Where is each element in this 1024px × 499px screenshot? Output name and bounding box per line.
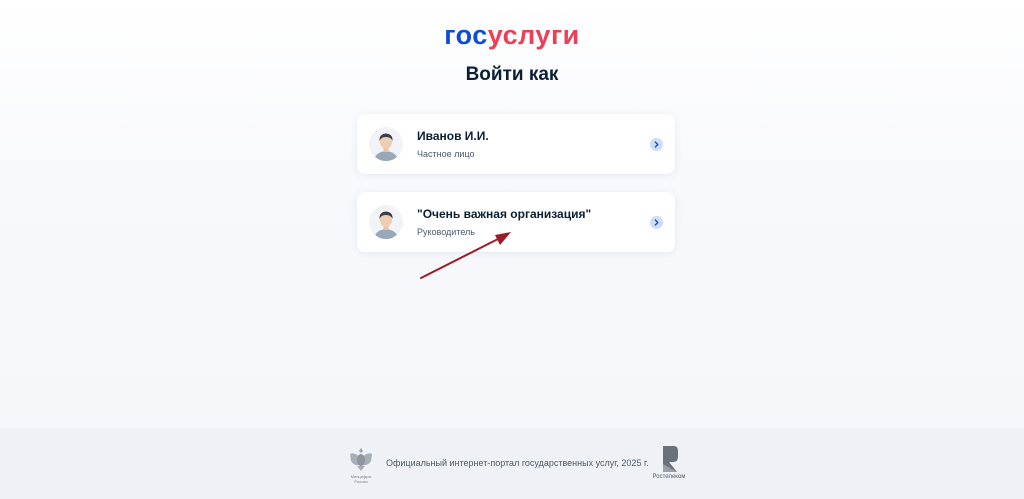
account-role: Руководитель — [417, 227, 475, 237]
emblem-caption: Минцифры России — [346, 474, 376, 484]
chevron-right-icon — [650, 216, 663, 229]
user-avatar-icon — [369, 205, 403, 239]
emblem-caption-line2: России — [354, 479, 368, 484]
account-card-organization[interactable]: "Очень важная организация" Руководитель — [357, 192, 675, 252]
logo-part-uslugi: услуги — [487, 20, 580, 50]
gosuslugi-logo[interactable]: госуслуги — [0, 20, 1024, 50]
account-role: Частное лицо — [417, 149, 475, 159]
avatar — [369, 127, 403, 161]
page-title: Войти как — [465, 64, 559, 85]
main-area: госуслуги Войти как Иванов И.И. Частное … — [0, 0, 1024, 428]
footer-copyright: Официальный интернет-портал государствен… — [386, 458, 649, 468]
chevron-right-icon — [650, 138, 663, 151]
rostelecom-caption: Ростелеком — [652, 474, 686, 480]
logo-part-gos: гос — [444, 20, 488, 50]
account-name: "Очень важная организация" — [417, 207, 592, 221]
user-avatar-icon — [369, 127, 403, 161]
account-card-individual[interactable]: Иванов И.И. Частное лицо — [357, 114, 675, 174]
avatar — [369, 205, 403, 239]
account-name: Иванов И.И. — [417, 129, 489, 143]
